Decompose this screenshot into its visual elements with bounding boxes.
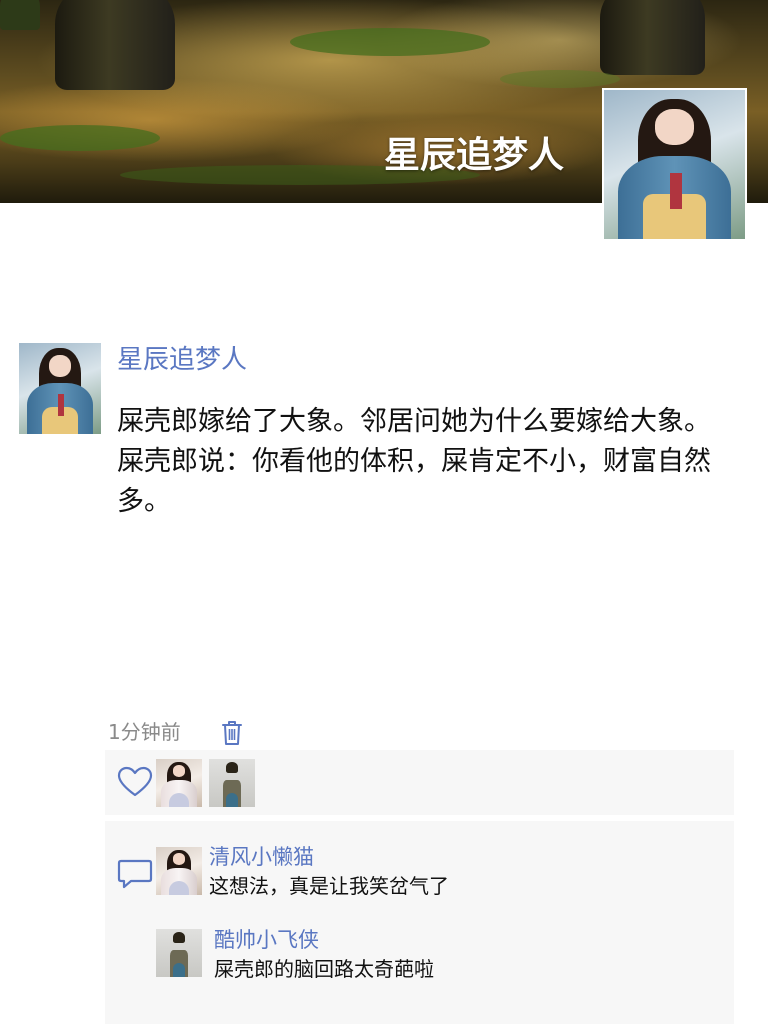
comment-author-avatar[interactable] bbox=[156, 929, 202, 977]
cover-tree-trunk bbox=[600, 0, 705, 75]
profile-avatar[interactable] bbox=[602, 88, 747, 241]
cover-tree-trunk bbox=[55, 0, 175, 90]
post-author-name[interactable]: 星辰追梦人 bbox=[117, 343, 247, 377]
like-button[interactable] bbox=[116, 762, 154, 802]
delete-button[interactable] bbox=[219, 717, 245, 747]
comment-author-avatar[interactable] bbox=[156, 847, 202, 895]
cover-moss bbox=[500, 70, 620, 88]
post-author-avatar[interactable] bbox=[19, 343, 101, 434]
heart-icon bbox=[117, 766, 153, 797]
comment-text: 屎壳郎的脑回路太奇葩啦 bbox=[214, 957, 434, 981]
comment-text: 这想法，真是让我笑岔气了 bbox=[209, 874, 449, 898]
cover-tree-trunk bbox=[0, 0, 40, 30]
liker-avatar[interactable] bbox=[209, 759, 255, 807]
comment-author-name[interactable]: 酷帅小飞侠 bbox=[214, 926, 319, 954]
comment-bubble-icon bbox=[117, 859, 153, 889]
cover-moss bbox=[0, 125, 160, 151]
comments-section: 清风小懒猫 这想法，真是让我笑岔气了 酷帅小飞侠 屎壳郎的脑回路太奇葩啦 bbox=[105, 821, 734, 1024]
cover-display-name: 星辰追梦人 bbox=[384, 135, 565, 176]
comment-author-name[interactable]: 清风小懒猫 bbox=[209, 843, 314, 871]
trash-icon bbox=[222, 721, 242, 745]
likes-bar bbox=[105, 750, 734, 815]
liker-avatar[interactable] bbox=[156, 759, 202, 807]
cover-moss bbox=[290, 28, 490, 56]
comment-button[interactable] bbox=[113, 854, 157, 894]
post-text: 屎壳郎嫁给了大象。邻居问她为什么要嫁给大象。屎壳郎说：你看他的体积，屎肯定不小，… bbox=[117, 406, 711, 517]
post-timestamp: 1分钟前 bbox=[108, 720, 181, 744]
